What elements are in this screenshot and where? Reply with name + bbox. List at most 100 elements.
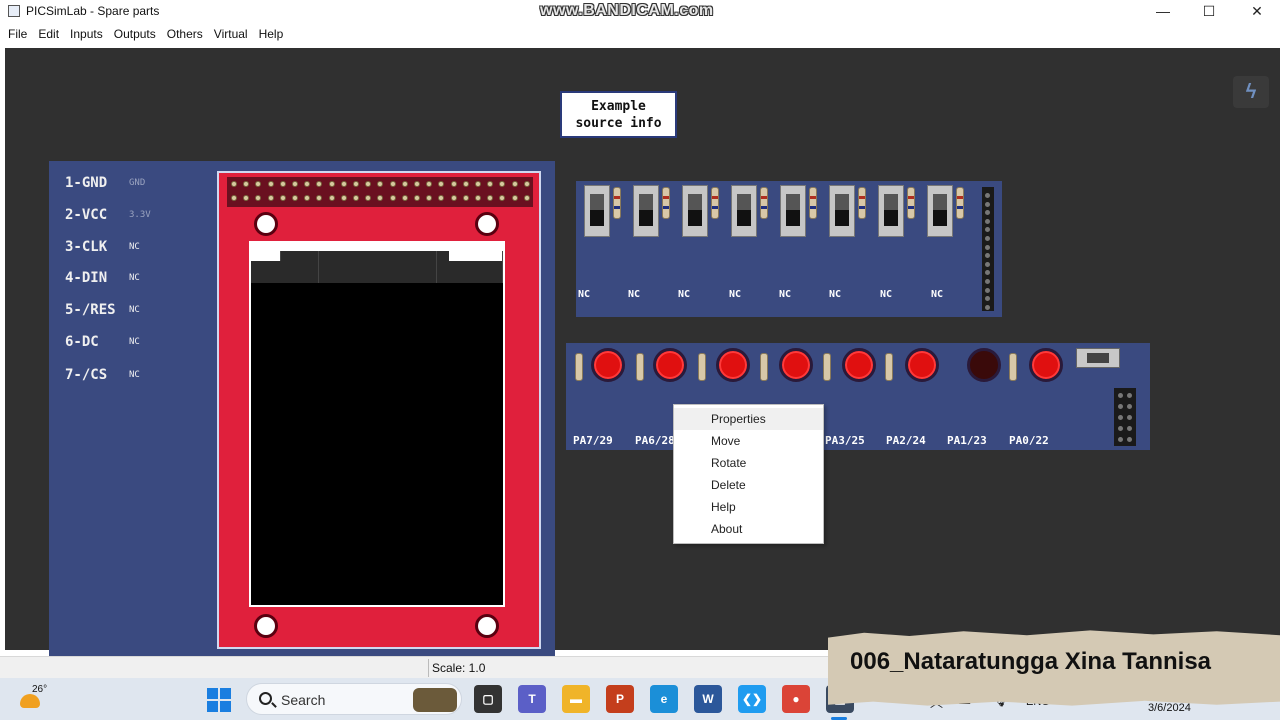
dip-switch[interactable] (927, 185, 953, 237)
resistor (698, 353, 706, 381)
context-menu-about[interactable]: About (674, 518, 823, 540)
menu-edit[interactable]: Edit (34, 27, 63, 41)
header-pin (450, 181, 457, 187)
maximize-button[interactable]: ☐ (1186, 0, 1232, 22)
header-pin (353, 195, 359, 201)
workspace-canvas[interactable]: 1-GND GND 2-VCC 3.3V 3-CLK NC 4-DIN NC 5… (5, 48, 1280, 659)
pin-row: 5-/RES NC (65, 301, 140, 319)
header-pin (499, 181, 506, 187)
file-explorer-icon[interactable]: ▬ (562, 685, 590, 713)
header-pin (1118, 437, 1123, 442)
switch-pin-label: NC (779, 289, 792, 300)
dip-switch[interactable] (878, 185, 904, 237)
header-pin (353, 181, 359, 187)
start-button[interactable] (207, 688, 231, 712)
header-pin (450, 195, 457, 201)
minimize-button[interactable]: — (1140, 0, 1186, 22)
pin-header-strip (227, 177, 533, 207)
menu-others[interactable]: Others (163, 27, 207, 41)
task-view-icon[interactable]: ▢ (474, 685, 502, 713)
app-icon (8, 5, 20, 17)
header-pin (475, 195, 481, 201)
resistor (885, 353, 893, 381)
leds-part[interactable]: PA7/29 PA6/28 PA3/25 PA2/24 PA1/23 PA0/2… (566, 343, 1150, 450)
resistor (956, 187, 964, 219)
powerpoint-icon[interactable]: P (606, 685, 634, 713)
taskbar-search[interactable]: Search (246, 683, 462, 715)
pin-value: 3.3V (129, 210, 151, 220)
menu-file[interactable]: File (4, 27, 31, 41)
led-pin-label: PA7/29 (573, 434, 613, 447)
context-menu-move[interactable]: Move (674, 430, 823, 452)
clock-date[interactable]: 3/6/2024 (1148, 702, 1191, 714)
dip-switch[interactable] (829, 185, 855, 237)
led-pin-label: PA0/22 (1009, 434, 1049, 447)
menu-inputs[interactable]: Inputs (66, 27, 107, 41)
pin-name: 7-/CS (65, 367, 108, 383)
slide-switch[interactable] (1076, 348, 1120, 368)
context-menu-delete[interactable]: Delete (674, 474, 823, 496)
header-pin (340, 195, 347, 201)
lcd-part[interactable]: 1-GND GND 2-VCC 3.3V 3-CLK NC 4-DIN NC 5… (49, 161, 555, 659)
header-pin (365, 195, 372, 201)
header-pin (255, 195, 262, 201)
dip-switch[interactable] (682, 185, 708, 237)
header-pin (985, 218, 990, 224)
context-menu-rotate[interactable]: Rotate (674, 452, 823, 474)
menu-outputs[interactable]: Outputs (110, 27, 160, 41)
pin-value: NC (129, 242, 140, 252)
header-pin (499, 195, 506, 201)
chrome-icon[interactable]: ● (782, 685, 810, 713)
header-pin (985, 287, 990, 293)
author-name: 006_Nataratungga Xina Tannisa (850, 648, 1212, 675)
switches-part[interactable]: NC NC NC NC NC NC NC NC (576, 181, 1002, 317)
word-icon[interactable]: W (694, 685, 722, 713)
close-button[interactable]: ✕ (1234, 0, 1280, 22)
pin-row: 4-DIN NC (65, 269, 140, 287)
teams-icon[interactable]: T (518, 685, 546, 713)
pin-name: 3-CLK (65, 239, 108, 255)
lcd-display (251, 283, 503, 605)
header-pin (985, 236, 990, 241)
header-pin (328, 181, 335, 187)
pin-name: 1-GND (65, 175, 108, 191)
dip-switch[interactable] (633, 185, 659, 237)
resistor (575, 353, 583, 381)
recorder-watermark: www.BANDICAM.com (540, 2, 714, 19)
header-pin (292, 181, 298, 187)
plugin-icon[interactable]: ϟ (1233, 76, 1269, 108)
header-pin (267, 195, 274, 201)
pin-row: 2-VCC 3.3V (65, 206, 151, 224)
led (779, 348, 813, 382)
dip-switch[interactable] (731, 185, 757, 237)
context-menu-properties[interactable]: Properties (674, 408, 823, 430)
switch-pin-label: NC (578, 289, 591, 300)
example-source-info-button[interactable]: Example source info (560, 91, 677, 138)
header-pin (316, 195, 323, 201)
menu-virtual[interactable]: Virtual (210, 27, 252, 41)
header-pin (328, 195, 335, 201)
header-pin (523, 181, 530, 187)
mount-hole (254, 212, 278, 236)
vscode-icon[interactable]: ❮❯ (738, 685, 766, 713)
header-pin (523, 195, 530, 201)
menu-help[interactable]: Help (255, 27, 288, 41)
header-pin (243, 181, 250, 187)
edge-icon[interactable]: e (650, 685, 678, 713)
dip-switch[interactable] (780, 185, 806, 237)
pin-value: GND (129, 178, 146, 188)
led (653, 348, 687, 382)
header-pin (487, 181, 494, 187)
header-pin (438, 181, 445, 187)
led-pin-label: PA3/25 (825, 434, 865, 447)
header-pin (511, 181, 518, 187)
pin-row: 6-DC NC (65, 333, 140, 351)
header-pin (401, 195, 408, 201)
dip-switch[interactable] (584, 185, 610, 237)
mount-hole (475, 614, 499, 638)
header-pin (985, 279, 990, 284)
context-menu: Properties Move Rotate Delete Help About (673, 404, 824, 544)
weather-widget[interactable]: 26° (16, 682, 54, 716)
context-menu-help[interactable]: Help (674, 496, 823, 518)
led-pin-label: PA6/28 (635, 434, 675, 447)
